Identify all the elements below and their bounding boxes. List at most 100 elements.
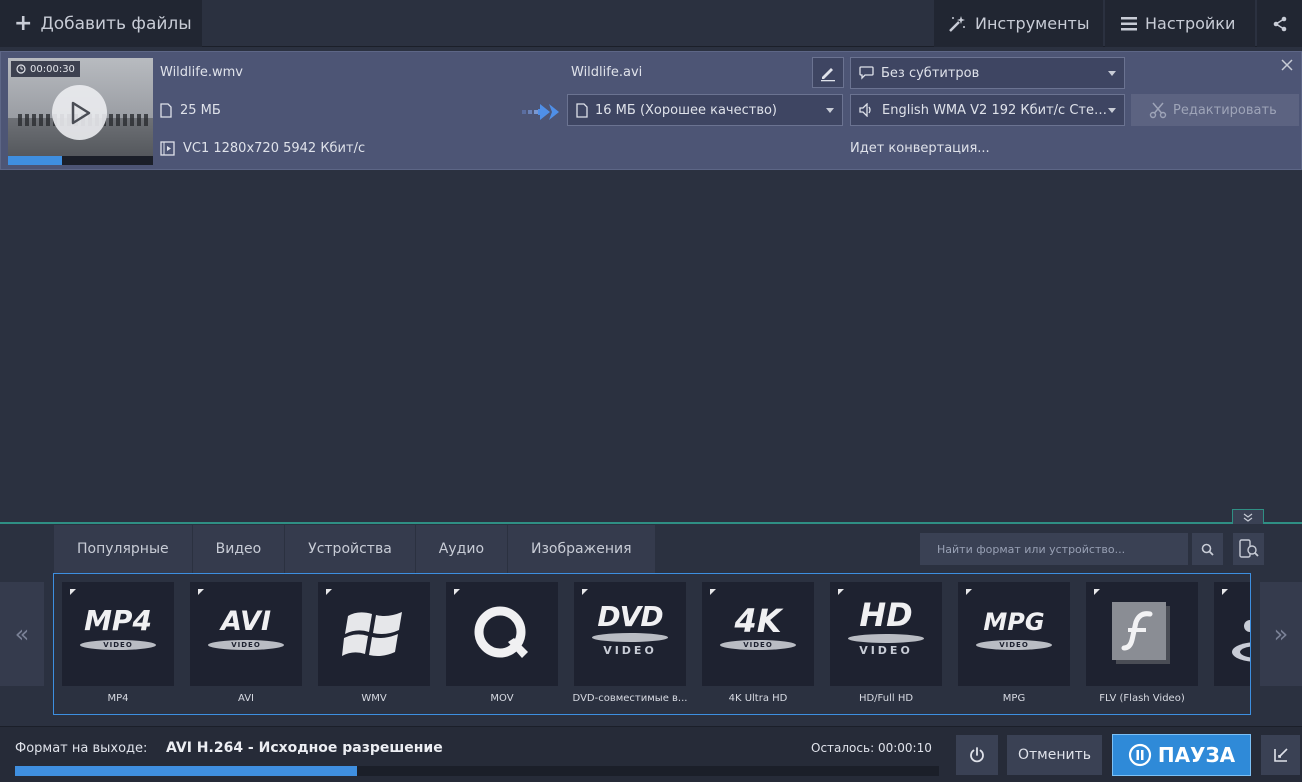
format-tile-label: MPG	[1002, 693, 1026, 704]
bottom-bar: Формат на выходе: AVI H.264 - Исходное р…	[0, 726, 1302, 782]
hd-logo-text: HD	[859, 596, 913, 634]
file-icon	[160, 103, 172, 118]
format-tile-label: AVI	[238, 693, 254, 704]
device-search-icon	[1238, 539, 1259, 558]
time-remaining: Осталось: 00:00:10	[811, 741, 932, 755]
preview-progress-track	[8, 156, 153, 165]
tab-audio[interactable]: Аудио	[416, 525, 509, 573]
chevron-down-icon	[826, 108, 834, 113]
avi-logo-sub: VIDEO	[231, 641, 261, 649]
subtitles-value: Без субтитров	[881, 65, 980, 81]
settings-button[interactable]: Настройки	[1105, 0, 1255, 47]
format-tile-label: WMV	[361, 693, 387, 704]
tab-video[interactable]: Видео	[193, 525, 286, 573]
tab-images[interactable]: Изображения	[508, 525, 656, 573]
pause-button[interactable]: ПАУЗА	[1112, 734, 1251, 776]
avi-logo-icon: AVI VIDEO	[190, 582, 302, 686]
flash-logo-icon	[1112, 602, 1170, 664]
file-row[interactable]: 00:00:30 Wildlife.wmv 25 МБ VC1 1280x720…	[0, 51, 1302, 170]
hd-logo-icon: HD VIDEO	[830, 582, 942, 686]
tools-button[interactable]: Инструменты	[934, 0, 1103, 47]
format-tile-flv[interactable]: FLV (Flash Video)	[1086, 582, 1198, 710]
search-icon	[1201, 543, 1214, 556]
detect-device-button[interactable]	[1233, 533, 1264, 565]
subtitles-dropdown[interactable]: Без субтитров	[850, 57, 1125, 89]
format-tabs: Популярные Видео Устройства Аудио Изобра…	[54, 525, 656, 573]
magic-wand-icon	[949, 15, 965, 32]
output-format-label: Формат на выходе:	[15, 741, 148, 756]
remaining-value: 00:00:10	[877, 741, 932, 755]
format-tile-mpg[interactable]: MPG VIDEO MPG	[958, 582, 1070, 710]
pause-label: ПАУЗА	[1157, 743, 1236, 767]
video-thumbnail[interactable]: 00:00:30	[8, 58, 153, 165]
tab-popular[interactable]: Популярные	[54, 525, 193, 573]
source-file-size: 25 МБ	[160, 103, 221, 118]
double-chevron-down-icon	[1243, 513, 1253, 522]
pencil-icon	[821, 67, 835, 81]
format-tile-label: 4K Ultra HD	[728, 693, 788, 704]
duration-badge: 00:00:30	[11, 61, 80, 77]
film-icon	[160, 141, 175, 156]
format-tile-label: MP4	[107, 693, 129, 704]
edit-button[interactable]: Редактировать	[1131, 94, 1299, 126]
preview-progress-fill	[8, 156, 62, 165]
shutdown-after-button[interactable]	[956, 735, 998, 775]
file-icon	[576, 102, 588, 118]
audio-track-dropdown[interactable]: English WMA V2 192 Кбит/с Сте…	[850, 94, 1125, 126]
dvd-logo-icon: DVD VIDEO	[574, 582, 686, 686]
pause-icon	[1128, 743, 1151, 767]
scissors-icon	[1149, 102, 1167, 119]
format-search-input[interactable]: Найти формат или устройство...	[920, 533, 1188, 565]
close-icon[interactable]	[1279, 57, 1295, 73]
format-tile-label: MOV	[490, 693, 514, 704]
file-list-area[interactable]	[0, 170, 1302, 522]
format-panel: Популярные Видео Устройства Аудио Изобра…	[0, 524, 1302, 726]
mpg-logo-text: MPG	[983, 608, 1045, 636]
rename-button[interactable]	[812, 57, 844, 88]
scroll-left-button[interactable]: «	[0, 582, 44, 686]
top-toolbar: + Добавить файлы Инструменты Настройки	[0, 0, 1302, 47]
audio-value: English WMA V2 192 Кбит/с Сте…	[882, 102, 1107, 118]
search-button[interactable]	[1192, 533, 1223, 565]
add-files-button[interactable]: + Добавить файлы	[0, 0, 202, 47]
conversion-progress-bar	[15, 766, 939, 776]
speech-bubble-icon	[859, 66, 874, 80]
power-icon	[970, 747, 984, 763]
hd-logo-sub: VIDEO	[859, 644, 913, 657]
dvd-logo-sub: VIDEO	[603, 644, 657, 657]
format-tile-mov[interactable]: MOV	[446, 582, 558, 710]
share-button[interactable]	[1257, 0, 1302, 47]
mp4-logo-sub: VIDEO	[103, 641, 133, 649]
scroll-right-button[interactable]: »	[1260, 582, 1302, 686]
format-tile-avi[interactable]: AVI VIDEO AVI	[190, 582, 302, 710]
play-button[interactable]	[52, 85, 107, 140]
disc-logo-icon	[1232, 620, 1250, 662]
source-codec: VC1 1280x720 5942 Кбит/с	[160, 141, 365, 156]
source-file-name: Wildlife.wmv	[160, 65, 243, 80]
settings-label: Настройки	[1145, 14, 1236, 33]
open-output-folder-button[interactable]	[1261, 735, 1300, 775]
add-files-label: Добавить файлы	[40, 13, 192, 34]
format-tile-hd[interactable]: HD VIDEO HD/Full HD	[830, 582, 942, 710]
format-tile-label: DVD-совместимые в...	[572, 693, 688, 704]
output-format-value[interactable]: AVI H.264 - Исходное разрешение	[166, 740, 443, 756]
convert-arrow-icon	[522, 104, 559, 120]
format-tile-partial[interactable]	[1214, 582, 1250, 710]
cancel-button[interactable]: Отменить	[1007, 735, 1102, 775]
format-tile-4k[interactable]: 4K VIDEO 4K Ultra HD	[702, 582, 814, 710]
tab-devices[interactable]: Устройства	[285, 525, 416, 573]
quality-dropdown[interactable]: 16 МБ (Хорошее качество)	[567, 94, 843, 126]
collapse-panel-button[interactable]	[1232, 509, 1264, 524]
tools-label: Инструменты	[975, 14, 1090, 33]
format-tile-wmv[interactable]: WMV	[318, 582, 430, 710]
format-tiles: MP4 VIDEO MP4 AVI VIDEO AVI WMV MOV DVD …	[53, 573, 1251, 715]
format-tile-label: FLV (Flash Video)	[1099, 693, 1185, 704]
conversion-progress-fill	[15, 766, 357, 776]
format-tile-mp4[interactable]: MP4 VIDEO MP4	[62, 582, 174, 710]
quicktime-logo-icon	[474, 606, 528, 658]
format-tile-dvd[interactable]: DVD VIDEO DVD-совместимые в...	[573, 582, 687, 710]
plus-icon: +	[14, 10, 33, 36]
quality-value: 16 МБ (Хорошее качество)	[595, 102, 778, 118]
play-icon	[71, 101, 90, 124]
mp4-logo-text: MP4	[84, 604, 152, 637]
